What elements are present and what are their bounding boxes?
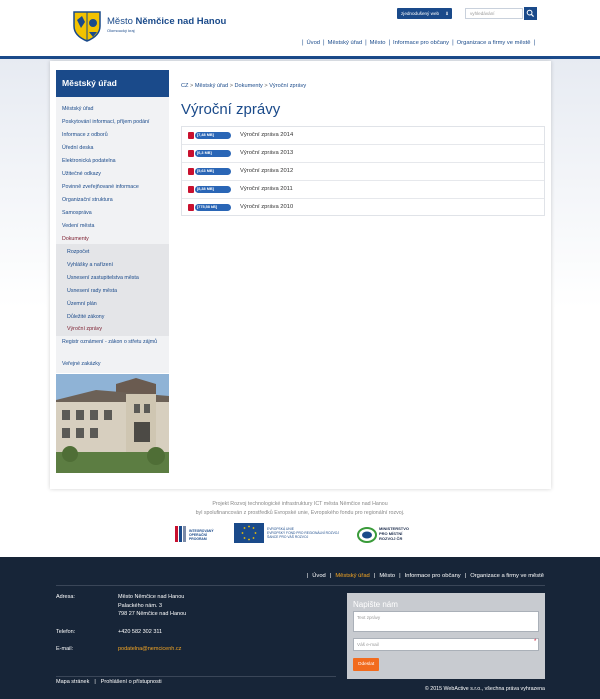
phone-value: +420 582 302 311 xyxy=(118,629,163,635)
footer-nav-informace[interactable]: Informace pro občany xyxy=(405,573,461,579)
footer-nav-organizace[interactable]: Organizace a firmy ve městě xyxy=(470,573,544,579)
breadcrumb-item-cz[interactable]: CZ xyxy=(181,83,188,89)
sidebar-item-vedeni-mesta[interactable]: Vedení města xyxy=(62,223,166,230)
footer-bottom-divider xyxy=(56,676,336,677)
site-title[interactable]: Město Němčice nad Hanou xyxy=(107,16,226,27)
sidebar-item-verejne-zakazky[interactable]: Veřejné zakázky xyxy=(62,361,166,368)
accessibility-link[interactable]: Prohlášení o přístupnosti xyxy=(101,679,162,685)
report-link[interactable]: Výroční zpráva 2010 xyxy=(240,204,293,210)
city-coat-of-arms-logo[interactable] xyxy=(72,10,102,42)
sidebar-item-uzitecne-odkazy[interactable]: Užitečné odkazy xyxy=(62,171,166,178)
sidebar-subitem-rozpocet[interactable]: Rozpočet xyxy=(67,249,171,256)
address-value: Město Němčice nad Hanou Palackého nám. 3… xyxy=(118,594,187,617)
footer-nav-mesto[interactable]: Město xyxy=(379,573,395,579)
report-link[interactable]: Výroční zpráva 2014 xyxy=(240,132,293,138)
sidebar-item-podatelna[interactable]: Elektronická podatelna xyxy=(62,158,166,165)
main-nav: | Úvod | Městský úřad | Město | Informac… xyxy=(301,40,535,46)
eu-logo: EVROPSKÁ UNIE EVROPSKÝ FOND PRO REGIONÁL… xyxy=(234,523,339,543)
report-row[interactable]: [8,38 MB] Výroční zpráva 2011 xyxy=(182,181,544,199)
reports-table: [7,48 MB] Výroční zpráva 2014 [6,3 MB] V… xyxy=(181,126,545,216)
svg-text:ROZVOJ ČR: ROZVOJ ČR xyxy=(379,536,402,541)
sidebar-item-informace-z-odboru[interactable]: Informace z odborů xyxy=(62,132,166,139)
sidebar-subitem-dulezite-zakony[interactable]: Důležité zákony xyxy=(67,314,171,321)
site-subtitle: Olomoucký kraj xyxy=(107,28,135,33)
breadcrumb-item-mestsky-urad[interactable]: Městský úřad xyxy=(195,83,228,89)
site-header: Město Němčice nad Hanou Olomoucký kraj z… xyxy=(0,0,600,59)
contact-form-title: Napište nám xyxy=(353,600,398,609)
report-link[interactable]: Výroční zpráva 2011 xyxy=(240,186,293,192)
svg-text:ŠANCE PRO VÁŠ ROZVOJ: ŠANCE PRO VÁŠ ROZVOJ xyxy=(267,534,309,539)
nav-item-informace[interactable]: Informace pro občany xyxy=(393,40,449,46)
phone-label: Telefon: xyxy=(56,629,76,635)
report-link[interactable]: Výroční zpráva 2012 xyxy=(240,168,293,174)
sidebar-item-samosprava[interactable]: Samospráva xyxy=(62,210,166,217)
sidebar-item-povinne-informace[interactable]: Povinně zveřejňované informace xyxy=(62,184,166,191)
sidebar-subitem-usneseni-rady[interactable]: Usnesení rady města xyxy=(67,288,171,295)
search-input[interactable]: vyhledávání xyxy=(465,8,523,19)
footer-nav-mestsky-urad[interactable]: Městský úřad xyxy=(335,573,369,579)
sidebar-subitem-vyhlasky[interactable]: Vyhlášky a nařízení xyxy=(67,262,171,269)
copyright: © 2015 WebActive s.r.o., všechna práva v… xyxy=(424,686,545,692)
town-hall-photo xyxy=(56,374,169,473)
email-label: E-mail: xyxy=(56,646,74,652)
sidebar-heading[interactable]: Městský úřad xyxy=(56,70,169,97)
sidebar-subitem-vyrocni-zpravy[interactable]: Výroční zprávy xyxy=(67,326,171,333)
page-title: Výroční zprávy xyxy=(181,101,281,118)
sidebar-item-uredni-deska[interactable]: Úřední deska xyxy=(62,145,166,152)
report-link[interactable]: Výroční zpráva 2013 xyxy=(240,150,293,156)
search-icon xyxy=(526,9,535,18)
pdf-icon xyxy=(188,204,194,211)
sidebar-item-registr-oznameni[interactable]: Registr oznámení - zákon o střetu zájmů xyxy=(62,339,162,346)
sidebar-item-mestsky-urad[interactable]: Městský úřad xyxy=(62,106,166,113)
file-size-badge: [6,3 MB] xyxy=(195,150,231,157)
breadcrumb-item-dokumenty[interactable]: Dokumenty xyxy=(235,83,263,89)
footer-nav-uvod[interactable]: Úvod xyxy=(312,573,326,579)
report-row[interactable]: [5,63 MB] Výroční zpráva 2012 xyxy=(182,163,544,181)
mmr-logo: MINISTERSTVO PRO MÍSTNÍ ROZVOJ ČR xyxy=(357,526,409,543)
report-row[interactable]: [7,48 MB] Výroční zpráva 2014 xyxy=(182,127,544,145)
file-size-badge: [8,38 MB] xyxy=(195,186,231,193)
file-size-badge: [775,58 kB] xyxy=(195,204,231,211)
required-marker: * xyxy=(534,639,537,645)
email-link[interactable]: podatelna@nemcicenh.cz xyxy=(118,645,181,654)
report-row[interactable]: [775,58 kB] Výroční zpráva 2010 xyxy=(182,199,544,217)
footer-links: Mapa stránek | Prohlášení o přístupnosti xyxy=(56,679,162,685)
file-size-badge: [7,48 MB] xyxy=(195,132,231,139)
sitemap-link[interactable]: Mapa stránek xyxy=(56,679,89,685)
breadcrumb-item-current: Výroční zprávy xyxy=(269,83,307,89)
pdf-icon xyxy=(188,132,194,139)
sidebar-item-dokumenty[interactable]: Dokumenty xyxy=(62,236,166,243)
footer-divider xyxy=(56,585,545,586)
sidebar-item-poskytovani[interactable]: Poskytování informací, příjem podání xyxy=(62,119,166,126)
pdf-icon xyxy=(188,186,194,193)
iop-logo: INTEGROVANÝ OPERAČNÍ PROGRAM xyxy=(175,526,214,542)
sidebar-item-organizacni-struktura[interactable]: Organizační struktura xyxy=(62,197,166,204)
download-icon: ⬇ xyxy=(445,11,449,16)
nav-item-organizace[interactable]: Organizace a firmy ve městě xyxy=(457,40,531,46)
submit-button[interactable]: Odeslat xyxy=(353,658,379,671)
email-field[interactable]: Váš e-mail xyxy=(353,638,539,651)
simple-web-button[interactable]: zjednodušený web ⬇ xyxy=(397,8,452,19)
report-row[interactable]: [6,3 MB] Výroční zpráva 2013 xyxy=(182,145,544,163)
message-textarea[interactable]: Text zprávy xyxy=(353,611,539,632)
file-size-badge: [5,63 MB] xyxy=(195,168,231,175)
sidebar-subitem-usneseni-zastupitelstva[interactable]: Usnesení zastupitelstva města xyxy=(67,275,171,282)
footer-nav: | Úvod | Městský úřad | Město | Informac… xyxy=(306,573,544,579)
pdf-icon xyxy=(188,150,194,157)
svg-text:PROGRAM: PROGRAM xyxy=(189,537,207,541)
breadcrumb: CZ > Městský úřad > Dokumenty > Výroční … xyxy=(181,83,307,89)
nav-item-mesto[interactable]: Město xyxy=(370,40,386,46)
sidebar-subitem-uzemni-plan[interactable]: Územní plán xyxy=(67,301,171,308)
nav-item-uvod[interactable]: Úvod xyxy=(307,40,321,46)
pdf-icon xyxy=(188,168,194,175)
nav-item-mestsky-urad[interactable]: Městský úřad xyxy=(328,40,362,46)
sponsor-text: Projekt Rozvoj technologické infrastrukt… xyxy=(195,501,405,516)
search-button[interactable] xyxy=(524,7,537,20)
address-label: Adresa: xyxy=(56,594,75,600)
